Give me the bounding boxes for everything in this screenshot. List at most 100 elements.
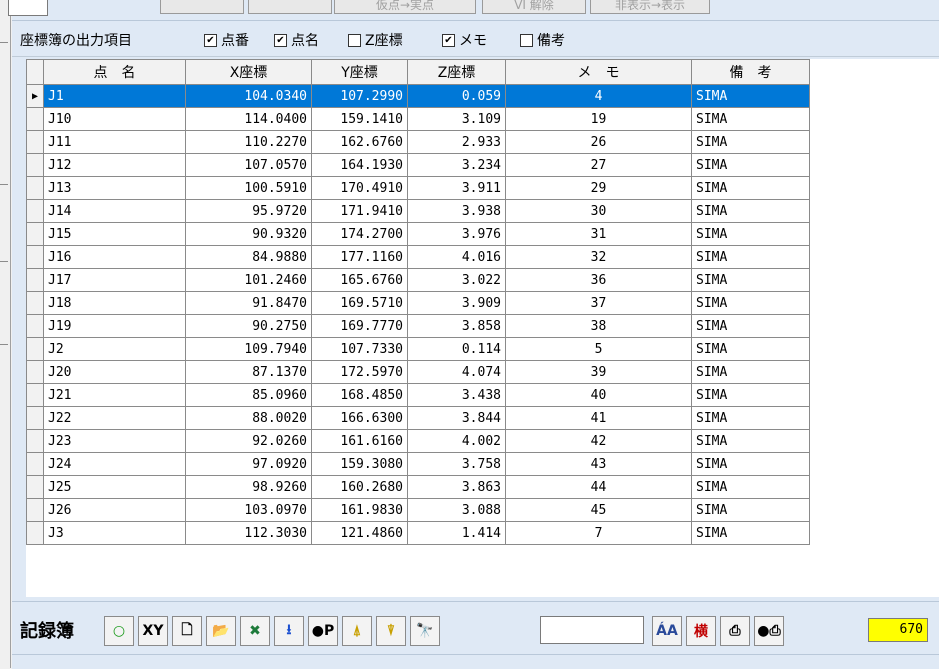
row-indicator[interactable]: [26, 153, 44, 177]
row-indicator[interactable]: [26, 245, 44, 269]
table-cell[interactable]: 5: [505, 337, 692, 361]
table-row[interactable]: J17 101.2460 165.6760 3.022 36 SIMA: [26, 268, 810, 292]
table-cell[interactable]: 165.6760: [311, 268, 408, 292]
table-row[interactable]: J19 90.2750 169.7770 3.858 38 SIMA: [26, 314, 810, 338]
table-cell[interactable]: J21: [43, 383, 186, 407]
table-cell[interactable]: 92.0260: [185, 429, 312, 453]
table-cell[interactable]: 160.2680: [311, 475, 408, 499]
table-row[interactable]: J21 85.0960 168.4850 3.438 40 SIMA: [26, 383, 810, 407]
table-cell[interactable]: 98.9260: [185, 475, 312, 499]
table-cell[interactable]: 4.074: [407, 360, 506, 384]
column-header-y[interactable]: Y座標: [311, 59, 408, 85]
table-cell[interactable]: J13: [43, 176, 186, 200]
coordinate-grid[interactable]: 点 名 X座標 Y座標 Z座標 メ モ 備 考 ▶ J1 104.0340 107.2…: [26, 59, 939, 597]
table-cell[interactable]: J1: [43, 84, 186, 108]
checkbox-box[interactable]: ✔: [274, 33, 287, 47]
table-cell[interactable]: SIMA: [691, 498, 810, 522]
row-indicator[interactable]: [26, 498, 44, 522]
toggle-visibility-button[interactable]: 非表示→表示: [590, 0, 710, 14]
table-cell[interactable]: 101.2460: [185, 268, 312, 292]
table-cell[interactable]: 110.2270: [185, 130, 312, 154]
table-cell[interactable]: 1.414: [407, 521, 506, 545]
table-cell[interactable]: 38: [505, 314, 692, 338]
excel-icon[interactable]: ✖: [240, 616, 270, 646]
checkbox-point-name[interactable]: ✔ 点名: [274, 30, 319, 50]
table-cell[interactable]: J11: [43, 130, 186, 154]
checkbox-box[interactable]: [520, 33, 533, 47]
table-cell[interactable]: 109.7940: [185, 337, 312, 361]
checkbox-box[interactable]: ✔: [442, 33, 455, 47]
table-cell[interactable]: 45: [505, 498, 692, 522]
open-folder-icon[interactable]: 📂: [206, 616, 236, 646]
table-cell[interactable]: 161.9830: [311, 498, 408, 522]
column-header-point-name[interactable]: 点 名: [43, 59, 186, 85]
row-indicator[interactable]: [26, 176, 44, 200]
table-cell[interactable]: 172.5970: [311, 360, 408, 384]
checkbox-remarks[interactable]: 備考: [520, 30, 565, 50]
table-cell[interactable]: 85.0960: [185, 383, 312, 407]
table-cell[interactable]: 88.0020: [185, 406, 312, 430]
table-row[interactable]: J16 84.9880 177.1160 4.016 32 SIMA: [26, 245, 810, 269]
table-cell[interactable]: J24: [43, 452, 186, 476]
table-cell[interactable]: J18: [43, 291, 186, 315]
table-cell[interactable]: SIMA: [691, 429, 810, 453]
temp-to-real-button[interactable]: 仮点→実点: [334, 0, 476, 14]
table-row[interactable]: J13 100.5910 170.4910 3.911 29 SIMA: [26, 176, 810, 200]
table-row[interactable]: J10 114.0400 159.1410 3.109 19 SIMA: [26, 107, 810, 131]
table-cell[interactable]: 159.1410: [311, 107, 408, 131]
xy-button[interactable]: XY: [138, 616, 168, 646]
table-row[interactable]: J18 91.8470 169.5710 3.909 37 SIMA: [26, 291, 810, 315]
table-cell[interactable]: 32: [505, 245, 692, 269]
table-cell[interactable]: SIMA: [691, 84, 810, 108]
table-cell[interactable]: J26: [43, 498, 186, 522]
table-cell[interactable]: 31: [505, 222, 692, 246]
row-indicator[interactable]: [26, 130, 44, 154]
row-indicator[interactable]: [26, 383, 44, 407]
table-cell[interactable]: 3.863: [407, 475, 506, 499]
table-row[interactable]: J3 112.3030 121.4860 1.414 7 SIMA: [26, 521, 810, 545]
table-cell[interactable]: J25: [43, 475, 186, 499]
dot-printer-icon[interactable]: ●⎙: [754, 616, 784, 646]
table-cell[interactable]: 37: [505, 291, 692, 315]
table-cell[interactable]: 95.9720: [185, 199, 312, 223]
column-header-z[interactable]: Z座標: [407, 59, 506, 85]
table-cell[interactable]: J10: [43, 107, 186, 131]
table-cell[interactable]: 3.911: [407, 176, 506, 200]
table-cell[interactable]: 2.933: [407, 130, 506, 154]
circle-icon[interactable]: ○: [104, 616, 134, 646]
search-input[interactable]: [540, 616, 644, 644]
table-cell[interactable]: 114.0400: [185, 107, 312, 131]
table-cell[interactable]: SIMA: [691, 222, 810, 246]
table-cell[interactable]: 4: [505, 84, 692, 108]
table-cell[interactable]: SIMA: [691, 199, 810, 223]
row-indicator[interactable]: [26, 475, 44, 499]
table-row[interactable]: J14 95.9720 171.9410 3.938 30 SIMA: [26, 199, 810, 223]
binoculars-icon[interactable]: 🔭: [410, 616, 440, 646]
table-cell[interactable]: 0.059: [407, 84, 506, 108]
table-cell[interactable]: 100.5910: [185, 176, 312, 200]
table-cell[interactable]: J12: [43, 153, 186, 177]
font-size-icon[interactable]: ÁA: [652, 616, 682, 646]
table-cell[interactable]: SIMA: [691, 314, 810, 338]
table-cell[interactable]: 39: [505, 360, 692, 384]
table-cell[interactable]: 169.5710: [311, 291, 408, 315]
table-row[interactable]: J15 90.9320 174.2700 3.976 31 SIMA: [26, 222, 810, 246]
table-cell[interactable]: 90.9320: [185, 222, 312, 246]
table-cell[interactable]: SIMA: [691, 268, 810, 292]
table-cell[interactable]: J3: [43, 521, 186, 545]
table-cell[interactable]: 3.438: [407, 383, 506, 407]
table-cell[interactable]: 159.3080: [311, 452, 408, 476]
row-indicator[interactable]: [26, 337, 44, 361]
table-cell[interactable]: 177.1160: [311, 245, 408, 269]
new-file-icon[interactable]: 🗋: [172, 616, 202, 646]
table-cell[interactable]: 107.0570: [185, 153, 312, 177]
table-cell[interactable]: 162.6760: [311, 130, 408, 154]
table-cell[interactable]: 7: [505, 521, 692, 545]
table-cell[interactable]: SIMA: [691, 452, 810, 476]
table-cell[interactable]: 19: [505, 107, 692, 131]
table-cell[interactable]: 84.9880: [185, 245, 312, 269]
table-cell[interactable]: 40: [505, 383, 692, 407]
column-header-x[interactable]: X座標: [185, 59, 312, 85]
printer-icon[interactable]: ⎙: [720, 616, 750, 646]
table-cell[interactable]: J16: [43, 245, 186, 269]
